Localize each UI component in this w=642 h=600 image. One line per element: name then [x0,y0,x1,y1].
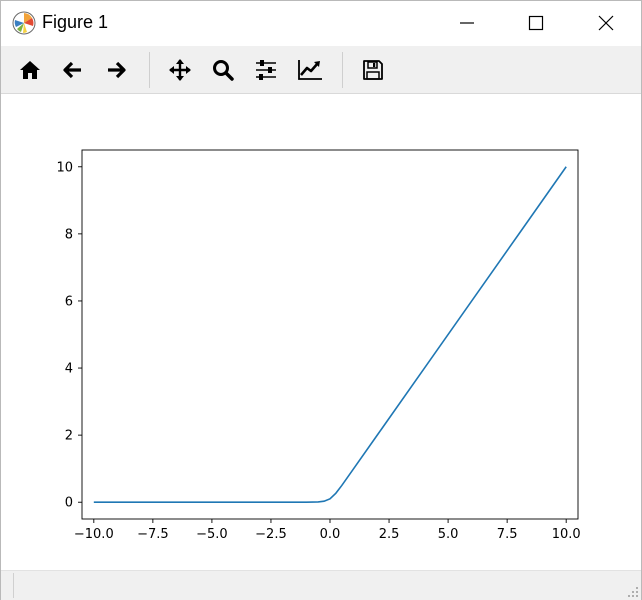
forward-button[interactable] [101,55,131,85]
y-tick-label: 10 [56,160,73,175]
axes-frame [81,149,579,520]
x-tick-label: −7.5 [137,527,169,542]
x-tick-label: 0.0 [320,527,341,542]
zoom-button[interactable] [208,55,238,85]
data-line [93,166,567,504]
x-tick-label: 2.5 [379,527,400,542]
move-icon [169,59,191,81]
maximize-button[interactable] [513,1,559,45]
y-tick-label: 0 [65,496,73,511]
pan-button[interactable] [165,55,195,85]
x-tick-label: 10.0 [552,527,581,542]
y-tick-label: 6 [65,294,73,309]
x-tick-label: 7.5 [497,527,518,542]
figure-canvas[interactable]: −10.0 −7.5 −5.0 −2.5 0.0 2.5 5.0 7.5 10.0 0 2 4 6 8 10 [1,94,641,570]
toolbar-separator [149,52,150,88]
line-chart-icon [298,60,322,80]
window-title: Figure 1 [42,12,109,32]
matplotlib-logo-icon [12,11,36,35]
arrow-right-icon [108,61,126,79]
home-icon [20,61,40,79]
x-tick-label: −5.0 [196,527,228,542]
maximize-icon [528,15,544,31]
minimize-button[interactable] [444,1,490,45]
sliders-icon [256,60,276,80]
y-tick-label: 4 [65,362,73,377]
edit-axis-button[interactable] [294,55,324,85]
arrow-left-icon [63,61,81,79]
y-tick-label: 2 [65,429,73,444]
close-icon [598,15,614,31]
home-button[interactable] [15,55,45,85]
floppy-disk-icon [363,60,383,80]
line-chart[interactable]: −10.0 −7.5 −5.0 −2.5 0.0 2.5 5.0 7.5 10.0 0 2 4 6 8 10 [1,94,641,570]
save-button[interactable] [358,55,388,85]
close-button[interactable] [583,1,629,45]
subplots-button[interactable] [251,55,281,85]
x-tick-label: −10.0 [74,527,114,542]
title-bar[interactable]: Figure 1 [1,1,641,45]
size-grip-icon[interactable] [627,586,639,598]
x-tick-label: −2.5 [255,527,287,542]
y-tick-label: 8 [65,227,73,242]
x-tick-label: 5.0 [438,527,459,542]
status-divider [13,573,14,598]
status-bar [1,570,641,600]
figure-window: Figure 1 −10.0 −7.5 −5.0 −2.5 0.0 2.5 5.… [0,0,642,600]
back-button[interactable] [58,55,88,85]
navigation-toolbar [1,46,641,94]
toolbar-separator [342,52,343,88]
magnifier-icon [213,60,234,81]
minimize-icon [460,22,474,24]
